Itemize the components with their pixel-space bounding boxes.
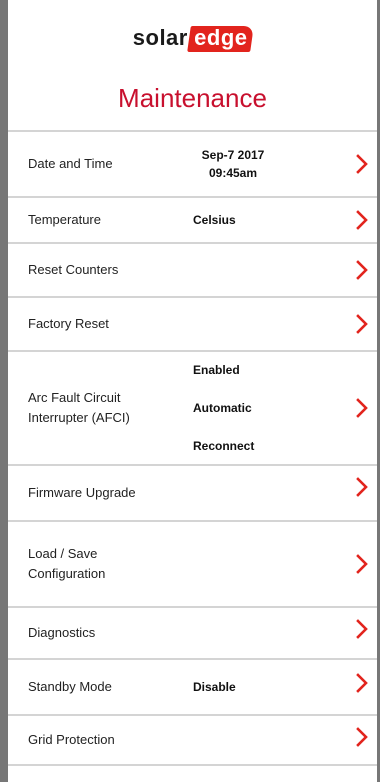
date-value: Sep-7 2017 <box>201 148 265 162</box>
menu-item-label: Arc Fault Circuit Interrupter (AFCI) <box>28 390 130 425</box>
chevron-right-icon <box>355 672 369 693</box>
menu-item-standby-mode[interactable]: Standby Mode Disable <box>8 660 377 716</box>
menu-item-firmware-upgrade[interactable]: Firmware Upgrade <box>8 466 377 522</box>
menu-item-label: Factory Reset <box>28 316 109 331</box>
chevron-right-icon <box>355 619 369 639</box>
chevron-right-icon <box>355 260 369 280</box>
menu-item-value: Sep-7 2017 09:45am <box>193 146 273 182</box>
menu-item-label: Load / Save Configuration <box>28 546 106 581</box>
temperature-unit-value: Celsius <box>193 213 236 227</box>
afci-status-value: Enabled <box>193 363 240 377</box>
menu-item-factory-reset[interactable]: Factory Reset <box>8 298 377 352</box>
chevron-right-icon <box>355 727 369 747</box>
menu-item-value: Enabled Automatic Reconnect <box>193 351 254 465</box>
chevron-right-icon <box>355 210 369 230</box>
chevron-right-icon <box>355 476 369 497</box>
time-value: 09:45am <box>208 166 258 180</box>
page-title: Maintenance <box>118 83 267 113</box>
chevron-right-icon <box>355 554 369 574</box>
chevron-right-icon <box>355 154 369 174</box>
menu-item-label: Firmware Upgrade <box>28 485 136 500</box>
menu-item-load-save-configuration[interactable]: Load / Save Configuration <box>8 522 377 608</box>
chevron-right-icon <box>355 314 369 334</box>
logo-edge-text: edge <box>187 25 255 52</box>
menu-item-grid-protection[interactable]: Grid Protection <box>8 716 377 766</box>
afci-mode-value: Automatic <box>193 401 252 415</box>
menu-item-label: Diagnostics <box>28 625 96 640</box>
menu-item-label: Temperature <box>28 212 101 227</box>
menu-item-temperature[interactable]: Temperature Celsius <box>8 198 377 244</box>
logo-solar-text: solar <box>132 25 188 50</box>
menu-item-label: Reset Counters <box>28 262 119 277</box>
menu-item-afci[interactable]: Arc Fault Circuit Interrupter (AFCI) Ena… <box>8 352 377 466</box>
maintenance-menu: Date and Time Sep-7 2017 09:45am Tempera… <box>8 130 377 766</box>
menu-item-label: Standby Mode <box>28 679 112 694</box>
solaredge-logo: solar edge <box>8 24 377 52</box>
menu-item-value: Celsius <box>193 211 236 229</box>
menu-item-diagnostics[interactable]: Diagnostics <box>8 608 377 660</box>
menu-item-label: Grid Protection <box>28 732 115 747</box>
afci-mode-value-2: Reconnect <box>193 439 255 453</box>
menu-item-date-and-time[interactable]: Date and Time Sep-7 2017 09:45am <box>8 132 377 198</box>
chevron-right-icon <box>355 398 369 418</box>
maintenance-screen: solar edge Maintenance Date and Time Sep-… <box>8 0 377 782</box>
menu-item-reset-counters[interactable]: Reset Counters <box>8 244 377 298</box>
standby-mode-value: Disable <box>193 680 236 694</box>
menu-item-value: Disable <box>193 678 236 696</box>
menu-item-label: Date and Time <box>28 156 113 171</box>
